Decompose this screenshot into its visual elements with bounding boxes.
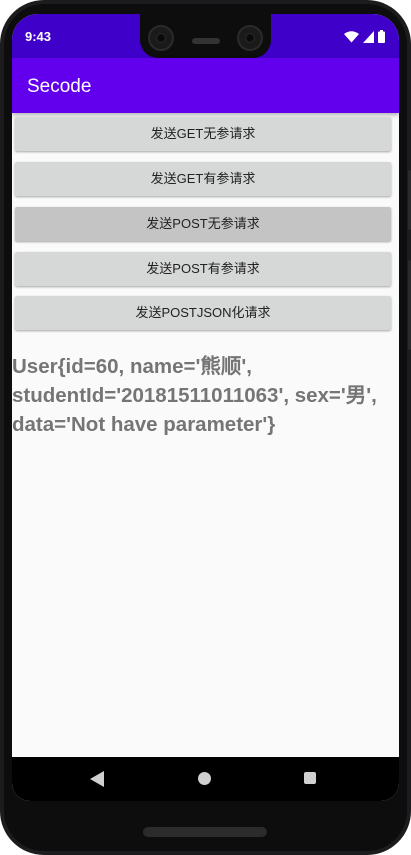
home-icon[interactable] <box>198 772 211 785</box>
main-content: 发送GET无参请求 发送GET有参请求 发送POST无参请求 发送POST有参请… <box>12 113 399 757</box>
battery-icon <box>378 30 385 43</box>
status-icons <box>344 30 385 43</box>
bottom-speaker <box>143 827 267 837</box>
wifi-icon <box>344 30 359 42</box>
post-json-button[interactable]: 发送POSTJSON化请求 <box>15 296 391 330</box>
post-with-param-button[interactable]: 发送POST有参请求 <box>15 252 391 286</box>
back-icon[interactable] <box>90 771 104 787</box>
result-text: User{id=60, name='熊顺', studentId='201815… <box>12 355 377 436</box>
camera-notch <box>140 14 271 58</box>
status-time: 9:43 <box>25 29 52 44</box>
get-no-param-button[interactable]: 发送GET无参请求 <box>15 117 391 151</box>
earpiece-speaker <box>192 38 220 44</box>
device-screen: 9:43 Secode 发送GET无参请求 发送GET有参请求 发送POST无参… <box>12 14 399 801</box>
get-with-param-button[interactable]: 发送GET有参请求 <box>15 162 391 196</box>
navigation-bar <box>12 757 399 801</box>
front-camera-right <box>237 25 263 51</box>
recents-icon[interactable] <box>304 772 316 784</box>
post-no-param-button[interactable]: 发送POST无参请求 <box>15 207 391 241</box>
front-camera-left <box>148 25 174 51</box>
app-title: Secode <box>27 76 92 97</box>
signal-icon <box>363 30 374 43</box>
app-bar: Secode <box>12 58 399 113</box>
